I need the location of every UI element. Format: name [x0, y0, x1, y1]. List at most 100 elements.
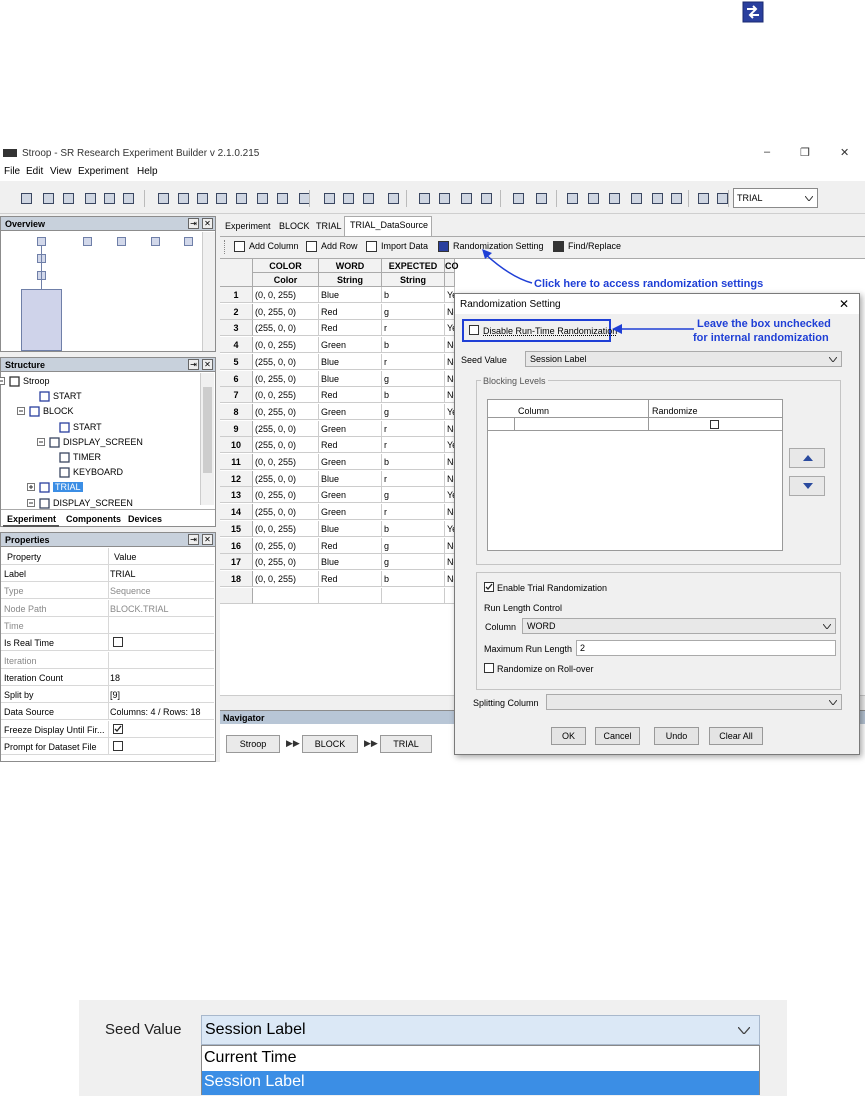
row-number[interactable]: 5 [220, 353, 253, 370]
property-row[interactable]: Freeze Display Until Fir... [1, 720, 214, 738]
panel-pin-icon[interactable]: ⇥ [188, 218, 199, 229]
table-cell[interactable]: b [382, 454, 445, 470]
row-number[interactable]: 16 [220, 537, 253, 554]
grid-icon[interactable] [630, 192, 643, 205]
property-row[interactable]: Is Real Time [1, 634, 214, 652]
debug-icon[interactable] [438, 192, 451, 205]
table-cell[interactable]: (255, 0, 0) [253, 437, 319, 454]
overview-scrollbar[interactable] [202, 232, 215, 351]
enable-trial-checkbox[interactable] [484, 582, 494, 592]
row-number[interactable]: 14 [220, 504, 253, 521]
max-run-length-input[interactable]: 2 [576, 640, 836, 656]
property-row[interactable]: Split by [9] [1, 686, 214, 704]
table-cell[interactable]: r [382, 470, 445, 487]
menu-file[interactable]: File [4, 166, 20, 177]
seed-value-select[interactable]: Session Label [525, 351, 842, 367]
table-cell[interactable]: Red [319, 303, 382, 320]
expand-toggle-icon[interactable] [0, 377, 5, 385]
tab-trial[interactable]: TRIAL [316, 221, 342, 231]
zoom-reset-icon[interactable] [608, 192, 621, 205]
new-icon[interactable] [20, 192, 33, 205]
expand-toggle-icon[interactable] [37, 437, 45, 446]
add-column-button[interactable]: Add Column [249, 241, 299, 251]
table-cell[interactable]: (0, 255, 0) [253, 403, 319, 420]
row-number[interactable]: 13 [220, 487, 253, 504]
table-cell[interactable]: g [382, 403, 445, 420]
property-checkbox[interactable] [113, 637, 123, 648]
panel-close-icon[interactable]: ✕ [202, 359, 213, 370]
tab-experiment-editor[interactable]: Experiment [225, 221, 271, 231]
column-header-name[interactable]: COLOR [253, 259, 319, 273]
table-cell[interactable]: g [382, 487, 445, 504]
table-cell[interactable]: Green [319, 487, 382, 504]
property-checkbox[interactable] [113, 723, 123, 734]
table-cell[interactable]: Blue [319, 353, 382, 370]
row-number[interactable]: 7 [220, 387, 253, 404]
table-cell[interactable]: Blue [319, 520, 382, 537]
option-current-time[interactable]: Current Time [204, 1049, 296, 1067]
play-icon[interactable] [460, 192, 473, 205]
tree-node[interactable]: DISPLAY_SCREEN [53, 498, 133, 508]
table-cell[interactable]: (0, 255, 0) [253, 487, 319, 504]
table-cell[interactable]: Red [319, 320, 382, 337]
expand-toggle-icon[interactable] [27, 498, 35, 507]
table-cell[interactable]: Blue [319, 470, 382, 487]
back-icon[interactable] [512, 192, 525, 205]
table-cell[interactable]: Blue [319, 554, 382, 571]
randomize-checkbox[interactable] [710, 420, 719, 429]
table-cell[interactable]: (255, 0, 0) [253, 504, 319, 521]
add-row-button[interactable]: Add Row [321, 241, 358, 251]
tree-node[interactable]: BLOCK [43, 406, 74, 416]
toolbar-node-select[interactable]: TRIAL [733, 188, 818, 208]
import-data-button[interactable]: Import Data [381, 241, 428, 251]
table-cell[interactable]: g [382, 554, 445, 571]
table-cell[interactable]: (0, 0, 255) [253, 287, 319, 303]
row-number[interactable]: 1 [220, 287, 253, 303]
table-cell[interactable]: g [382, 537, 445, 554]
redo-icon[interactable] [177, 192, 190, 205]
table-cell[interactable]: (255, 0, 0) [253, 470, 319, 487]
disable-runtime-checkbox[interactable] [469, 325, 479, 335]
row-number[interactable]: 17 [220, 554, 253, 571]
rollover-checkbox[interactable] [484, 663, 494, 673]
property-checkbox[interactable] [113, 741, 123, 751]
panel-close-icon[interactable]: ✕ [202, 534, 213, 545]
table-cell[interactable]: (0, 255, 0) [253, 370, 319, 387]
table-cell[interactable]: Blue [319, 287, 382, 303]
table-cell[interactable]: Blue [319, 370, 382, 387]
paste-special-icon[interactable] [256, 192, 269, 205]
table-cell[interactable]: r [382, 320, 445, 337]
column-header-name[interactable]: EXPECTED [382, 259, 445, 273]
menu-edit[interactable]: Edit [26, 166, 43, 177]
column-header-name[interactable]: WORD [319, 259, 382, 273]
clear-all-button[interactable]: Clear All [709, 727, 763, 745]
property-row[interactable]: Node Path BLOCK.TRIAL [1, 599, 214, 617]
table-cell[interactable]: Green [319, 403, 382, 420]
paste-icon[interactable] [235, 192, 248, 205]
table-cell[interactable]: b [382, 570, 445, 587]
option-session-label[interactable]: Session Label [202, 1071, 759, 1095]
row-number[interactable]: 3 [220, 320, 253, 337]
table-cell[interactable]: b [382, 520, 445, 537]
expand-toggle-icon[interactable] [17, 407, 25, 416]
table-cell[interactable]: (0, 255, 0) [253, 537, 319, 554]
table-cell[interactable] [253, 587, 319, 604]
close-icon[interactable]: ✕ [840, 146, 849, 159]
table-cell[interactable]: Green [319, 454, 382, 470]
column-select[interactable]: WORD [522, 618, 836, 634]
column-header-name[interactable]: CO [445, 259, 459, 273]
row-number[interactable]: 2 [220, 303, 253, 320]
move-down-button[interactable] [789, 476, 825, 496]
minimize-icon[interactable]: – [764, 146, 770, 158]
tree-node[interactable]: DISPLAY_SCREEN [63, 437, 143, 447]
property-row[interactable]: Label TRIAL [1, 565, 214, 582]
property-row[interactable]: Data Source Columns: 4 / Rows: 18 [1, 703, 214, 721]
save-icon[interactable] [62, 192, 75, 205]
layout-icon[interactable] [362, 192, 375, 205]
property-row[interactable]: Time [1, 616, 214, 634]
table-cell[interactable]: (0, 0, 255) [253, 520, 319, 537]
row-number[interactable]: 8 [220, 403, 253, 420]
crumb-trial[interactable]: TRIAL [380, 735, 432, 753]
panel-pin-icon[interactable]: ⇥ [188, 534, 199, 545]
fit-icon[interactable] [651, 192, 664, 205]
